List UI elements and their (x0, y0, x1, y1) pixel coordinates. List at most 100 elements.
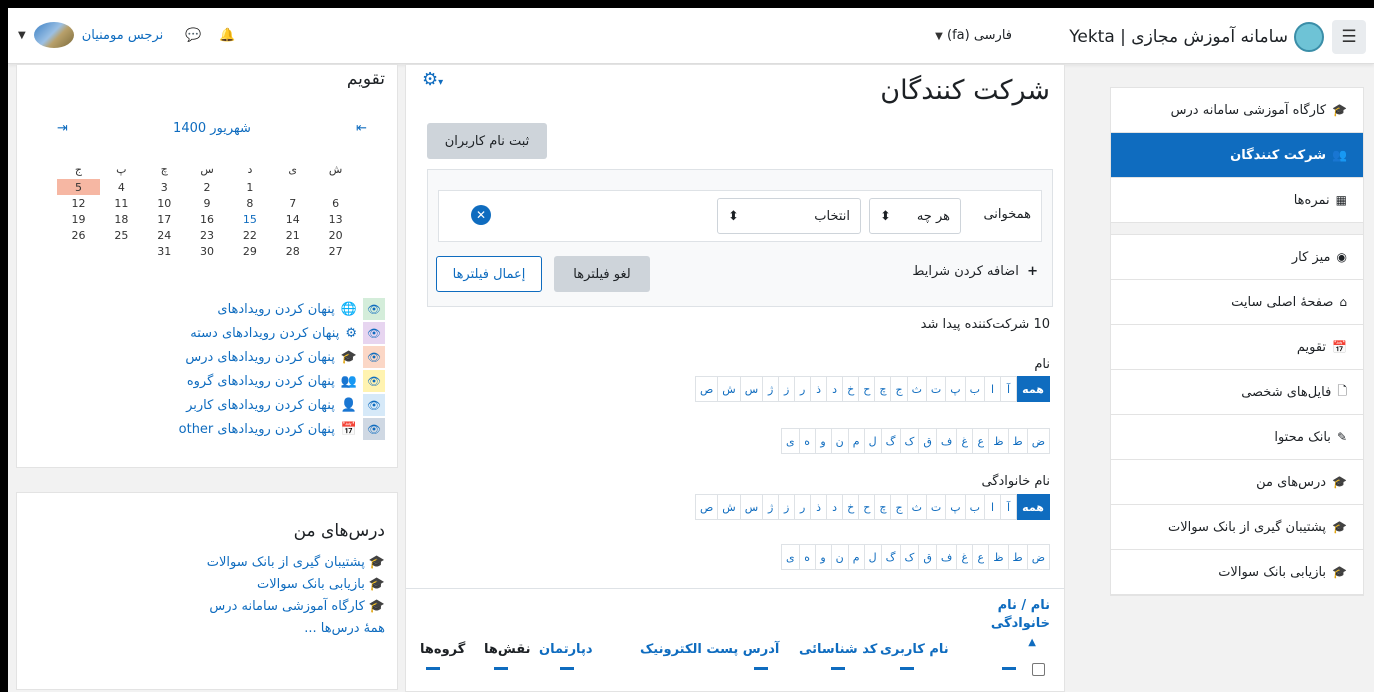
initial-letter[interactable]: ش (717, 376, 741, 402)
initial-letter[interactable]: س (739, 494, 764, 520)
brand[interactable]: سامانه آموزش مجازی | Yekta (1069, 20, 1324, 54)
sidenav-item[interactable]: 🎓 پشتیبان گیری از بانک سوالات (1111, 505, 1363, 550)
collapse-icon[interactable] (560, 667, 574, 670)
calendar-day[interactable]: 15 (228, 211, 271, 227)
initial-letter[interactable]: ض (1026, 428, 1050, 454)
collapse-icon[interactable] (831, 667, 845, 670)
legend-item[interactable]: 👁 👥 پنهان کردن رویدادهای گروه (179, 369, 385, 393)
calendar-day[interactable]: 17 (143, 211, 186, 227)
initial-letter[interactable]: چ (874, 494, 892, 520)
initial-letter[interactable]: چ (874, 376, 892, 402)
collapse-icon[interactable] (494, 667, 508, 670)
select-all-checkbox[interactable] (1032, 663, 1045, 676)
language-menu[interactable]: فارسی (fa) ▼ (935, 28, 1012, 43)
initial-letter[interactable]: ش (717, 494, 741, 520)
column-email[interactable]: آدرس پست الکترونیک (640, 642, 779, 657)
user-menu[interactable]: ▼ نرجس مومنیان 💬 🔔 (18, 22, 236, 48)
initial-letter[interactable]: ی (780, 428, 800, 454)
initial-all[interactable]: همه (1016, 376, 1050, 402)
initial-letter[interactable]: ث (906, 494, 927, 520)
all-courses-link[interactable]: همهٔ درس‌ها ... (207, 617, 385, 639)
initial-letter[interactable]: ت (925, 376, 947, 402)
bell-icon[interactable]: 🔔 (219, 28, 235, 43)
calendar-day[interactable]: 12 (57, 195, 100, 211)
initial-letter[interactable]: ی (780, 544, 800, 570)
initial-letter[interactable]: م (847, 544, 865, 570)
initial-letter[interactable]: د (826, 376, 844, 402)
initial-letter[interactable]: پ (945, 494, 966, 520)
initial-letter[interactable]: ن (830, 544, 849, 570)
calendar-day[interactable]: 6 (314, 195, 357, 211)
initial-letter[interactable]: گ (880, 428, 901, 454)
sidenav-item[interactable]: ✎ بانک محتوا (1111, 415, 1363, 460)
collapse-icon[interactable] (754, 667, 768, 670)
initial-letter[interactable]: ل (863, 428, 882, 454)
eye-icon[interactable]: 👁 (363, 394, 385, 416)
initial-letter[interactable]: ح (858, 376, 876, 402)
initial-letter[interactable]: ک (899, 428, 920, 454)
initial-letter[interactable]: ژ (762, 376, 780, 402)
calendar-day[interactable]: 10 (143, 195, 186, 211)
initial-letter[interactable]: و (814, 428, 832, 454)
eye-icon[interactable]: 👁 (363, 298, 385, 320)
initial-letter[interactable]: ظ (988, 428, 1009, 454)
calendar-day[interactable]: 27 (314, 243, 357, 259)
initial-letter[interactable]: آ (1000, 494, 1017, 520)
initial-letter[interactable]: ژ (762, 494, 780, 520)
eye-icon[interactable]: 👁 (363, 370, 385, 392)
remove-filter-icon[interactable]: ✕ (471, 205, 491, 225)
calendar-day[interactable]: 19 (57, 211, 100, 227)
calendar-day[interactable]: 18 (100, 211, 143, 227)
eye-icon[interactable]: 👁 (363, 418, 385, 440)
initial-letter[interactable]: ز (778, 494, 796, 520)
apply-filters-button[interactable]: إعمال فیلترها (436, 256, 542, 292)
course-link[interactable]: 🎓 بازیابی بانک سوالات (207, 573, 385, 595)
initial-letter[interactable]: ط (1007, 428, 1028, 454)
hamburger-icon[interactable]: ☰ (1332, 20, 1366, 54)
legend-item[interactable]: 👁 🌐 پنهان کردن رویدادهای (179, 297, 385, 321)
initial-letter[interactable]: ل (863, 544, 882, 570)
collapse-icon[interactable] (426, 667, 440, 670)
add-condition-link[interactable]: + اضافه کردن شرایط (912, 264, 1038, 279)
filter-type-select[interactable]: انتخاب ⬍ (717, 198, 861, 234)
calendar-day[interactable]: 25 (100, 227, 143, 243)
initial-letter[interactable]: گ (880, 544, 901, 570)
initial-letter[interactable]: غ (956, 544, 974, 570)
initial-letter[interactable]: ع (972, 428, 990, 454)
calendar-day[interactable]: 8 (228, 195, 271, 211)
eye-icon[interactable]: 👁 (363, 322, 385, 344)
initial-letter[interactable]: ف (935, 544, 958, 570)
column-department[interactable]: دپارتمان (539, 642, 593, 657)
legend-label[interactable]: پنهان کردن رویدادهای other (179, 422, 335, 437)
calendar-day[interactable]: 28 (271, 243, 314, 259)
sidenav-item[interactable]: 👥 شرکت کنندگان (1111, 133, 1363, 178)
initial-letter[interactable]: خ (842, 494, 860, 520)
legend-label[interactable]: پنهان کردن رویدادهای گروه (187, 374, 335, 389)
initial-letter[interactable]: ه (798, 428, 816, 454)
avatar[interactable] (33, 22, 74, 48)
legend-label[interactable]: پنهان کردن رویدادهای درس (185, 350, 334, 365)
initial-letter[interactable]: ط (1007, 544, 1028, 570)
initial-all[interactable]: همه (1016, 494, 1050, 520)
initial-letter[interactable]: ب (964, 376, 985, 402)
column-name[interactable]: نام / نام خانوادگی (988, 597, 1050, 633)
sidenav-item[interactable]: ▦ نمره‌ها (1111, 178, 1363, 223)
initial-letter[interactable]: ا (984, 494, 1001, 520)
calendar-day[interactable]: 3 (143, 179, 186, 195)
gear-icon[interactable]: ⚙▾ (422, 69, 443, 90)
column-idnumber[interactable]: کد شناسائی (799, 642, 877, 657)
initial-letter[interactable]: ض (1026, 544, 1050, 570)
sidenav-item[interactable]: ⌂ صفحهٔ اصلی سایت (1111, 280, 1363, 325)
initial-letter[interactable]: س (739, 376, 764, 402)
chevron-down-icon[interactable]: ▼ (18, 30, 26, 41)
calendar-day[interactable]: 26 (57, 227, 100, 243)
eye-icon[interactable]: 👁 (363, 346, 385, 368)
initial-letter[interactable]: خ (842, 376, 860, 402)
user-name[interactable]: نرجس مومنیان (82, 28, 164, 43)
initial-letter[interactable]: ت (925, 494, 947, 520)
calendar-day[interactable]: 2 (186, 179, 229, 195)
initial-letter[interactable]: ب (964, 494, 985, 520)
sidenav-item[interactable]: ◉ میز کار (1111, 235, 1363, 280)
initial-letter[interactable]: ن (830, 428, 849, 454)
calendar-day[interactable]: 5 (57, 179, 100, 195)
